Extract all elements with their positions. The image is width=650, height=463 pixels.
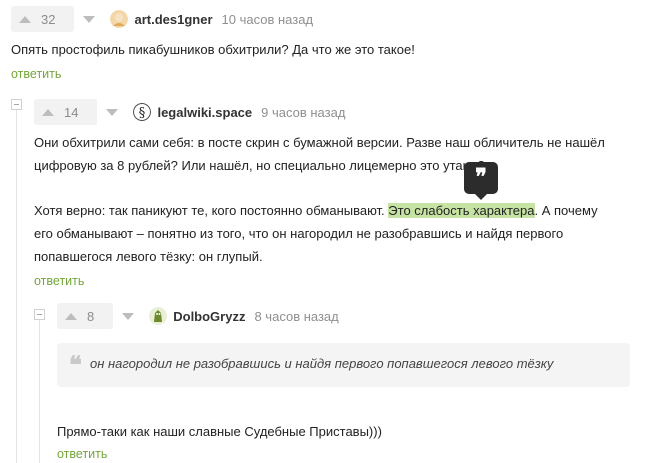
comment-text-segment: Хотя верно: так паникуют те, кого постоя…	[34, 203, 389, 218]
vote-box: 32	[11, 6, 75, 32]
svg-text:§: §	[139, 106, 146, 121]
downvote-button[interactable]	[99, 99, 125, 125]
reply-button[interactable]: ответить	[11, 67, 61, 81]
thread-line[interactable]	[39, 320, 40, 463]
comment-text: Они обхитрили сами себя: в посте скрин с…	[34, 135, 605, 150]
quote-block: ❝ он нагородил не разобравшись и найдя п…	[57, 343, 630, 387]
comment-rating: 8	[87, 308, 95, 324]
downvote-icon	[83, 15, 96, 23]
downvote-button[interactable]	[115, 303, 141, 329]
comment-header: 14 § legalwiki.space 9 часов назад	[34, 99, 345, 125]
collapse-thread-button[interactable]	[11, 99, 22, 110]
comment-text: Прямо-таки как наши славные Судебные При…	[57, 424, 382, 439]
comment-text: его обманывают – понятно из того, что он…	[34, 226, 564, 241]
comment-time[interactable]: 8 часов назад	[254, 309, 338, 324]
comment-username[interactable]: DolboGryzz	[173, 309, 245, 324]
comment-time[interactable]: 10 часов назад	[222, 12, 314, 27]
vote-box: 14	[34, 99, 98, 125]
comment-time[interactable]: 9 часов назад	[261, 105, 345, 120]
collapse-thread-button[interactable]	[34, 309, 45, 320]
downvote-button[interactable]	[76, 6, 102, 32]
comment-username[interactable]: art.des1gner	[134, 12, 212, 27]
upvote-icon[interactable]	[19, 15, 31, 23]
reply-button[interactable]: ответить	[57, 447, 107, 461]
upvote-icon[interactable]	[42, 108, 54, 116]
quote-icon: ❝	[69, 350, 82, 379]
comment-header: 32 art.des1gner 10 часов назад	[11, 6, 313, 32]
comment-rating: 32	[41, 11, 56, 27]
quote-text: он нагородил не разобравшись и найдя пер…	[90, 356, 554, 371]
reply-button[interactable]: ответить	[34, 274, 84, 288]
comment-text-segment: . А почему	[534, 203, 598, 218]
quote-icon: ❞	[475, 164, 487, 190]
comment-header: 8 DolboGryzz 8 часов назад	[57, 303, 339, 329]
downvote-icon	[106, 108, 119, 116]
vote-box: 8	[57, 303, 114, 329]
quote-selection-button[interactable]: ❞	[464, 162, 498, 200]
comment-text: Опять простофиль пикабушников обхитрили?…	[11, 42, 415, 57]
thread-line[interactable]	[16, 110, 17, 463]
avatar[interactable]: §	[133, 103, 152, 121]
comment-text: Хотя верно: так паникуют те, кого постоя…	[34, 199, 598, 222]
avatar[interactable]	[110, 10, 129, 28]
comment-text: попавшегося левого тёзку: он глупый.	[34, 249, 263, 264]
comment-text: цифровую за 8 рублей? Или нашёл, но спец…	[34, 158, 485, 173]
upvote-icon[interactable]	[65, 312, 77, 320]
comment-username[interactable]: legalwiki.space	[157, 105, 252, 120]
selected-text[interactable]: Это слабость характера	[388, 203, 535, 218]
avatar[interactable]	[149, 307, 168, 325]
comment-rating: 14	[64, 104, 79, 120]
downvote-icon	[122, 312, 135, 320]
